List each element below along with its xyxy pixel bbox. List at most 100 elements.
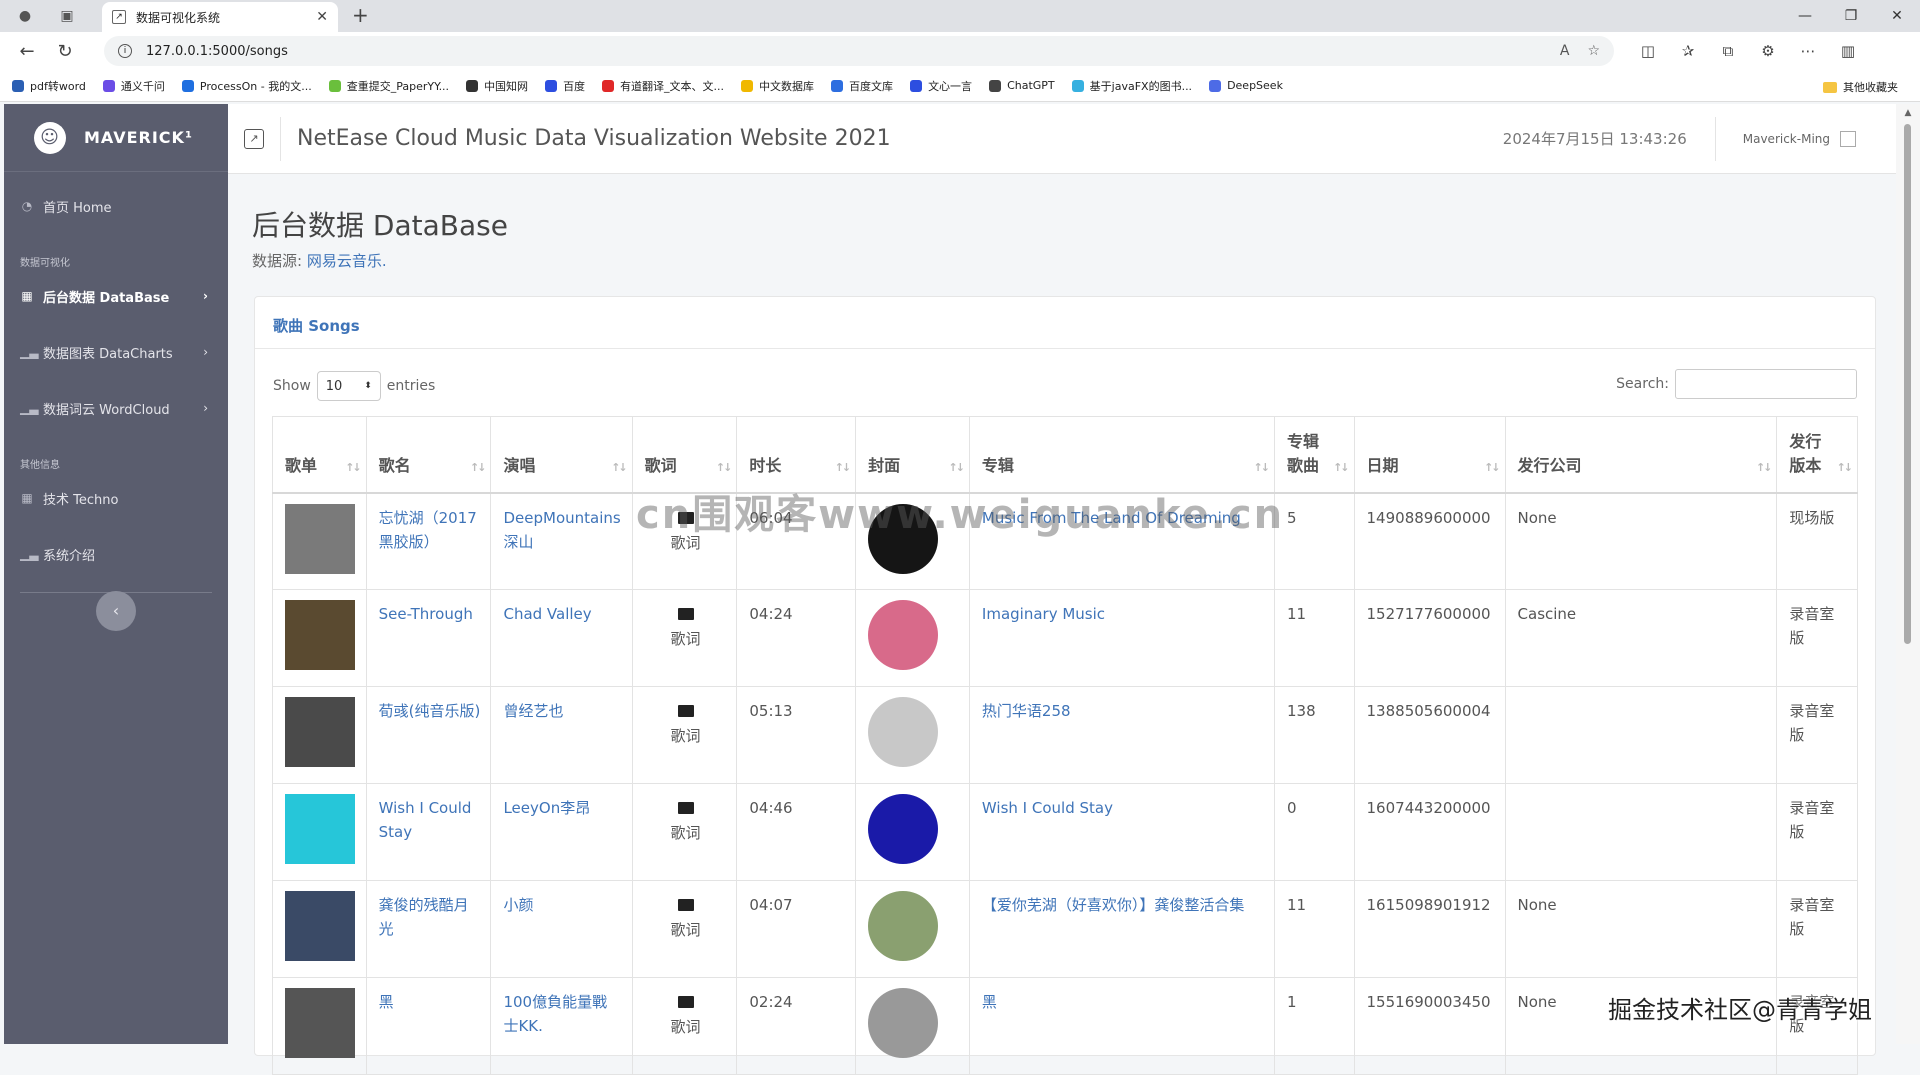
sidebar-item-database[interactable]: ▦ 后台数据 DataBase › <box>4 268 228 324</box>
artist-link[interactable]: 小颜 <box>490 880 633 978</box>
bookmark-item[interactable]: 中国知网 <box>466 78 528 94</box>
read-aloud-icon[interactable]: A <box>1560 43 1570 59</box>
lyric-cell[interactable]: 歌词 <box>631 880 738 978</box>
bookmark-item[interactable]: 文心一言 <box>910 78 972 94</box>
sidebar-collapse-button[interactable]: ‹ <box>96 591 136 631</box>
user-menu[interactable]: Maverick-Ming <box>1714 116 1856 161</box>
sidebar-item-intro[interactable]: ▁▃ 系统介绍 <box>4 526 228 582</box>
other-bookmarks[interactable]: 其他收藏夹 <box>1823 79 1898 95</box>
bookmark-item[interactable]: 百度 <box>545 78 585 94</box>
playlist-thumbnail[interactable] <box>285 600 355 670</box>
playlist-thumbnail[interactable] <box>285 697 355 767</box>
album-cover[interactable] <box>868 697 939 767</box>
bookmark-item[interactable]: 百度文库 <box>831 78 893 94</box>
refresh-icon[interactable]: ↻ <box>46 41 84 62</box>
artist-link[interactable]: DeepMountains深山 <box>490 492 633 590</box>
column-header[interactable]: 发行版本 ↑↓ <box>1776 416 1858 494</box>
url-input[interactable]: i 127.0.0.1:5000/songs A ☆ <box>104 36 1614 66</box>
lyric-cell[interactable]: 歌词 <box>631 977 738 1075</box>
favorites-icon[interactable]: ✰ <box>1668 42 1708 60</box>
page-title: 后台数据 DataBase <box>252 209 508 242</box>
duration-cell: 04:46 <box>736 783 857 881</box>
scroll-up-icon[interactable]: ▲ <box>1896 108 1920 118</box>
song-name-link[interactable]: Wish I Could Stay <box>365 783 492 881</box>
brand-name: MAVERICK¹ <box>84 128 193 147</box>
more-icon[interactable]: ⋯ <box>1788 42 1828 60</box>
page-scrollbar[interactable]: ▲ <box>1896 104 1920 1044</box>
restore-icon[interactable]: ❐ <box>1828 0 1874 32</box>
sidebar-toggle-icon[interactable]: ▥ <box>1828 42 1868 60</box>
site-info-icon[interactable]: i <box>118 44 132 58</box>
close-window-icon[interactable]: ✕ <box>1874 0 1920 32</box>
playlist-thumbnail[interactable] <box>285 891 355 961</box>
column-header[interactable]: 日期 ↑↓ <box>1353 416 1506 494</box>
column-header[interactable]: 专辑歌曲 ↑↓ <box>1273 416 1355 494</box>
artist-link[interactable]: LeeyOn李昂 <box>490 783 633 881</box>
album-cover[interactable] <box>868 600 939 670</box>
data-source-link[interactable]: 网易云音乐. <box>307 252 387 270</box>
bookmark-item[interactable]: 查重提交_PaperYY... <box>328 78 449 94</box>
album-link[interactable]: 热门华语258 <box>968 686 1275 784</box>
song-name-link[interactable]: 忘忧湖（2017黑胶版） <box>365 492 492 590</box>
sidebar-item-home[interactable]: ◔ 首页 Home <box>4 178 228 234</box>
chart-favicon-icon: ↗ <box>112 10 126 24</box>
sidebar-item-datacharts[interactable]: ▁▃ 数据图表 DataCharts › <box>4 324 228 380</box>
lyric-label: 歌词 <box>670 921 701 939</box>
song-name-link[interactable]: 荀彧(纯音乐版) <box>365 686 492 784</box>
bookmark-item[interactable]: 有道翻译_文本、文... <box>602 78 724 94</box>
artist-link[interactable]: 曾经艺也 <box>490 686 633 784</box>
entries-control: Show 10 ⬍ entries <box>273 371 435 401</box>
scrollbar-thumb[interactable] <box>1904 124 1911 644</box>
sidebar-item-techno[interactable]: ▦ 技术 Techno <box>4 470 228 526</box>
back-icon[interactable]: ← <box>8 41 46 62</box>
playlist-thumbnail[interactable] <box>285 794 355 864</box>
entries-select[interactable]: 10 ⬍ <box>316 371 381 401</box>
chevron-left-icon: ‹ <box>112 601 120 620</box>
lyric-cell[interactable]: 歌词 <box>631 686 738 784</box>
album-cover[interactable] <box>868 891 939 961</box>
album-link[interactable]: Wish I Could Stay <box>968 783 1275 881</box>
artist-link[interactable]: Chad Valley <box>490 589 633 687</box>
album-link[interactable]: 【爱你芜湖（好喜欢你）】龚俊整活合集 <box>968 880 1275 978</box>
new-tab-icon[interactable]: + <box>352 3 369 27</box>
bookmark-item[interactable]: 通义千问 <box>102 78 165 94</box>
lyric-label: 歌词 <box>670 727 701 745</box>
album-link[interactable]: 黑 <box>968 977 1275 1075</box>
column-header[interactable]: 歌名 ↑↓ <box>365 416 492 494</box>
song-name-link[interactable]: 龚俊的残酷月光 <box>365 880 492 978</box>
cover-cell <box>855 880 970 978</box>
song-name-link[interactable]: 黑 <box>365 977 492 1075</box>
sort-icon: ↑↓ <box>834 460 852 474</box>
split-screen-icon[interactable]: ◫ <box>1628 42 1668 60</box>
profile-icon[interactable]: ● <box>14 5 36 27</box>
extensions-icon[interactable]: ⚙ <box>1748 42 1788 60</box>
sidebar-item-wordcloud[interactable]: ▁▃ 数据词云 WordCloud › <box>4 380 228 436</box>
lyric-cell[interactable]: 歌词 <box>631 589 738 687</box>
search-input[interactable] <box>1675 369 1857 399</box>
album-link[interactable]: Imaginary Music <box>968 589 1275 687</box>
column-header[interactable]: 演唱 ↑↓ <box>490 416 633 494</box>
tab-actions-icon[interactable]: ▣ <box>56 5 78 27</box>
column-header[interactable]: 歌单 ↑↓ <box>272 416 367 494</box>
lyric-cell[interactable]: 歌词 <box>631 783 738 881</box>
album-cover[interactable] <box>868 794 939 864</box>
playlist-thumbnail[interactable] <box>285 503 355 574</box>
brand[interactable]: ☺ MAVERICK¹ <box>4 104 228 172</box>
bookmark-favicon-icon <box>466 79 479 92</box>
close-tab-icon[interactable]: ✕ <box>316 9 328 25</box>
bookmark-item[interactable]: ProcessOn - 我的文... <box>181 78 312 94</box>
column-header[interactable]: 发行公司 ↑↓ <box>1504 416 1778 494</box>
lyric-label: 歌词 <box>670 1018 701 1036</box>
cover-cell <box>855 589 970 687</box>
bookmark-item[interactable]: pdf转word <box>12 78 86 94</box>
minimize-icon[interactable]: — <box>1782 0 1828 32</box>
browser-tab[interactable]: ↗ 数据可视化系统 ✕ <box>102 2 338 32</box>
bookmark-item[interactable]: 中文数据库 <box>741 78 814 94</box>
bookmark-item[interactable]: 基于javaFX的图书... <box>1071 78 1192 94</box>
bookmark-item[interactable]: DeepSeek <box>1209 79 1283 92</box>
favorite-star-icon[interactable]: ☆ <box>1587 43 1600 59</box>
collections-icon[interactable]: ⧉ <box>1708 42 1748 60</box>
bookmark-item[interactable]: ChatGPT <box>989 79 1055 92</box>
song-name-link[interactable]: See-Through <box>365 589 492 687</box>
artist-link[interactable]: 100億負能量戰士KK. <box>490 977 633 1075</box>
